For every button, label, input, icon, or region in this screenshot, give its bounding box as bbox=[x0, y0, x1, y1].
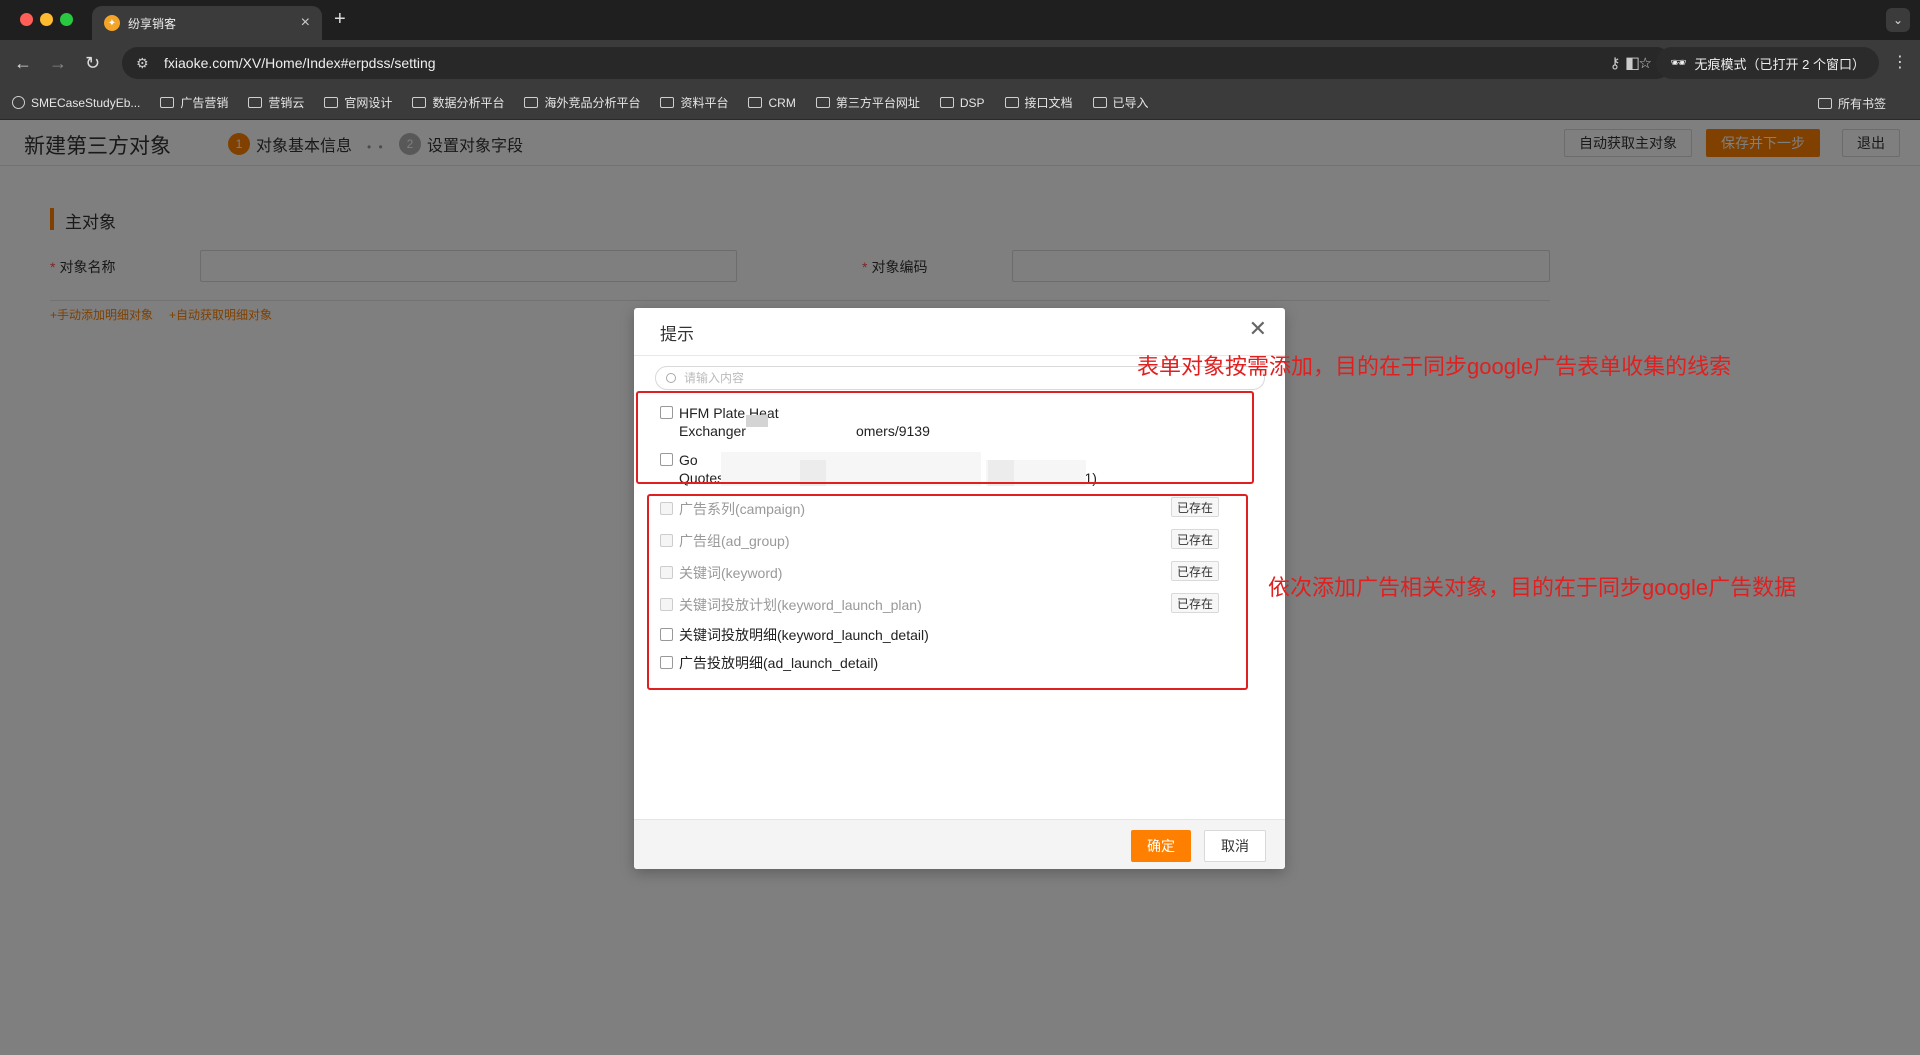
side-panel-icon[interactable]: ◧ bbox=[1625, 53, 1640, 73]
bookmark-folder[interactable]: 数据分析平台 bbox=[412, 94, 504, 111]
incognito-indicator[interactable]: 🕶 无痕模式（已打开 2 个窗口） bbox=[1656, 47, 1879, 79]
folder-icon bbox=[660, 97, 675, 108]
annotation-ads-note: 依次添加广告相关对象，目的在于同步google广告数据 bbox=[1268, 575, 1797, 600]
back-arrow-icon[interactable]: ← bbox=[14, 52, 32, 74]
incognito-label: 无痕模式（已打开 2 个窗口） bbox=[1694, 56, 1865, 72]
folder-icon bbox=[1092, 97, 1107, 108]
new-tab-icon[interactable]: + bbox=[334, 8, 346, 31]
bookmark-folder[interactable]: 海外竞品分析平台 bbox=[524, 94, 640, 111]
dialog-title: 提示 bbox=[660, 325, 694, 344]
browser-tab-active[interactable]: ✦ 纷享销客 × bbox=[92, 6, 322, 40]
annotation-box-form-objects bbox=[636, 391, 1254, 484]
browser-tab-bar: ✦ 纷享销客 × + ⌄ bbox=[0, 0, 1920, 40]
globe-icon bbox=[12, 96, 25, 109]
bookmark-folder[interactable]: 第三方平台网址 bbox=[815, 94, 920, 111]
browser-toolbar: ← → ↻ ⚙ fxiaoke.com/XV/Home/Index#erpdss… bbox=[0, 40, 1920, 86]
bookmark-folder[interactable]: DSP bbox=[939, 96, 985, 110]
tab-search-chevron-icon[interactable]: ⌄ bbox=[1886, 8, 1910, 32]
tab-title: 纷享销客 bbox=[128, 16, 177, 31]
site-info-icon[interactable]: ⚙ bbox=[136, 55, 154, 72]
site-favicon-icon: ✦ bbox=[104, 15, 120, 31]
bookmark-folder[interactable]: 官网设计 bbox=[324, 94, 392, 111]
dialog-footer: 确定 取消 bbox=[634, 819, 1285, 869]
folder-icon bbox=[160, 97, 175, 108]
annotation-box-ad-objects bbox=[647, 494, 1248, 690]
url-text: fxiaoke.com/XV/Home/Index#erpdss/setting bbox=[164, 55, 436, 71]
password-key-icon[interactable]: ⚷ bbox=[1610, 54, 1621, 72]
bookmark-folder[interactable]: CRM bbox=[748, 96, 796, 110]
folder-icon bbox=[324, 97, 339, 108]
folder-icon bbox=[1004, 97, 1019, 108]
window-close-button[interactable] bbox=[20, 13, 33, 26]
folder-icon bbox=[748, 97, 763, 108]
address-bar[interactable]: ⚙ fxiaoke.com/XV/Home/Index#erpdss/setti… bbox=[122, 47, 1672, 79]
folder-icon bbox=[248, 97, 263, 108]
annotation-form-note: 表单对象按需添加，目的在于同步google广告表单收集的线索 bbox=[1137, 354, 1732, 379]
bookmark-star-icon[interactable]: ☆ bbox=[1639, 54, 1652, 72]
tab-close-icon[interactable]: × bbox=[301, 14, 310, 32]
folder-icon bbox=[815, 97, 830, 108]
browser-menu-icon[interactable]: ⋮ bbox=[1892, 52, 1908, 72]
folder-icon bbox=[1817, 98, 1832, 109]
confirm-button[interactable]: 确定 bbox=[1131, 830, 1191, 862]
cancel-button[interactable]: 取消 bbox=[1204, 830, 1266, 862]
bookmark-folder[interactable]: 广告营销 bbox=[160, 94, 228, 111]
bookmark-folder[interactable]: 接口文档 bbox=[1004, 94, 1073, 111]
folder-icon bbox=[939, 97, 954, 108]
bookmark-item[interactable]: SMECaseStudyEb... bbox=[12, 96, 140, 110]
bookmark-folder[interactable]: 资料平台 bbox=[660, 94, 728, 111]
all-bookmarks-folder[interactable]: 所有书签 bbox=[1817, 95, 1886, 112]
folder-icon bbox=[412, 97, 427, 108]
forward-arrow-icon[interactable]: → bbox=[49, 52, 67, 74]
window-maximize-button[interactable] bbox=[60, 13, 73, 26]
bookmarks-bar: SMECaseStudyEb... 广告营销 营销云 官网设计 数据分析平台 海… bbox=[0, 86, 1920, 120]
close-icon[interactable]: ✕ bbox=[1249, 316, 1267, 342]
reload-icon[interactable]: ↻ bbox=[85, 52, 100, 74]
search-icon bbox=[666, 373, 676, 383]
folder-icon bbox=[524, 97, 539, 108]
window-minimize-button[interactable] bbox=[40, 13, 53, 26]
bookmark-folder[interactable]: 营销云 bbox=[248, 94, 304, 111]
incognito-icon: 🕶 bbox=[1670, 55, 1687, 70]
bookmark-folder[interactable]: 已导入 bbox=[1092, 94, 1149, 111]
